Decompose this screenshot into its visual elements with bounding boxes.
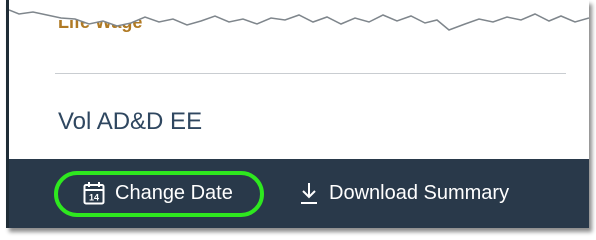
change-date-label: Change Date xyxy=(115,181,233,204)
divider xyxy=(55,73,566,74)
download-summary-label: Download Summary xyxy=(329,181,510,204)
action-bar: 14 Change Date Download Summary xyxy=(9,159,589,228)
download-icon xyxy=(299,181,319,205)
torn-edge xyxy=(9,0,589,31)
change-date-button[interactable]: 14 Change Date xyxy=(83,181,233,205)
benefit-card: Life Wage Vol AD&D EE 14 Change Date Dow… xyxy=(6,0,589,228)
plan-title: Vol AD&D EE xyxy=(58,108,203,135)
download-summary-button[interactable]: Download Summary xyxy=(299,181,509,205)
calendar-icon: 14 xyxy=(83,181,105,205)
calendar-day: 14 xyxy=(89,193,99,203)
